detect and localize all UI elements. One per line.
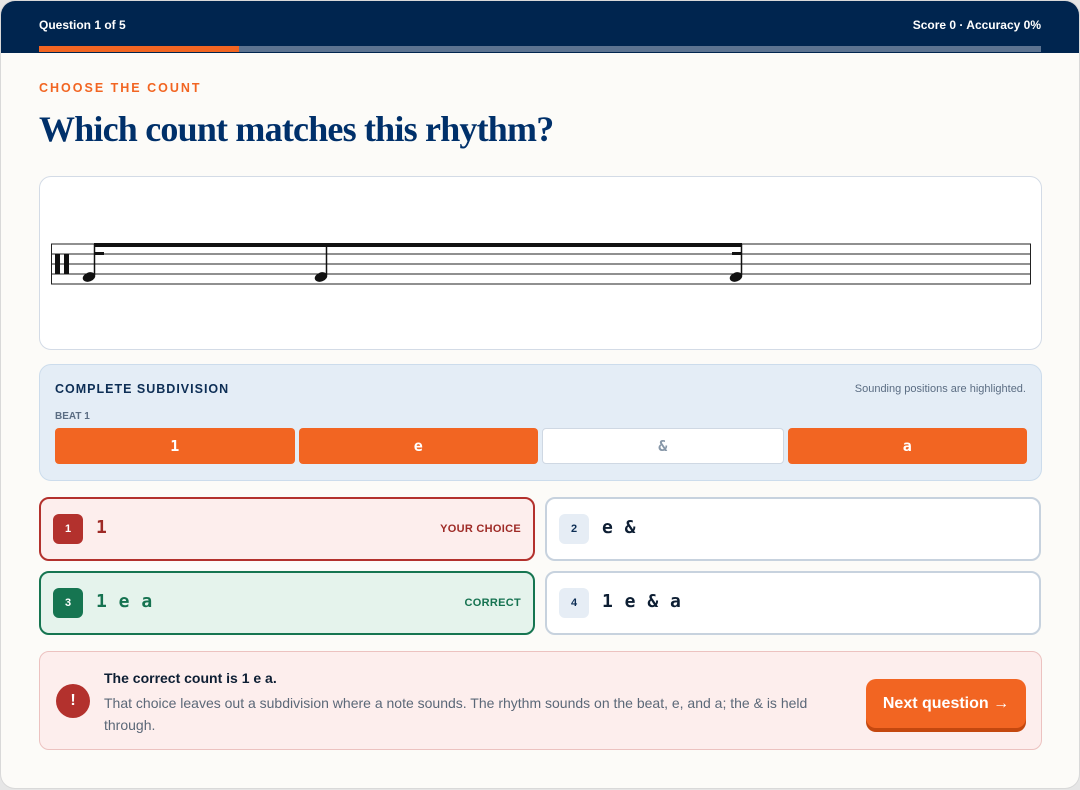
option-number-badge: 3 — [53, 588, 83, 618]
rhythm-notation — [51, 243, 1031, 285]
question-title: Which count matches this rhythm? — [39, 109, 554, 149]
option-number-badge: 1 — [53, 514, 83, 544]
feedback-panel: ! The correct count is 1 e a. That choic… — [39, 651, 1042, 750]
subdivision-cells: 1 e & a — [55, 428, 1027, 464]
beat-label: BEAT 1 — [55, 411, 90, 422]
answer-option-3[interactable]: 3 1 e a CORRECT — [39, 571, 535, 635]
answer-option-2[interactable]: 2 e & — [545, 497, 1041, 561]
option-count-text: 1 e a — [96, 591, 153, 612]
top-bar: Question 1 of 5 Score 0 · Accuracy 0% — [1, 1, 1079, 53]
feedback-title: The correct count is 1 e a. — [104, 670, 277, 686]
section-eyebrow: CHOOSE THE COUNT — [39, 81, 202, 95]
app-window: Question 1 of 5 Score 0 · Accuracy 0% CH… — [1, 1, 1079, 788]
option-number-badge: 4 — [559, 588, 589, 618]
progress-fill — [39, 46, 240, 52]
option-number-badge: 2 — [559, 514, 589, 544]
option-count-text: 1 e & a — [602, 591, 682, 612]
next-question-button[interactable]: Next question → — [866, 679, 1026, 728]
subdivision-cell-e: e — [298, 428, 538, 464]
note-beam — [94, 243, 742, 247]
option-count-text: 1 — [96, 517, 108, 538]
subdivision-cell-a: a — [787, 428, 1027, 464]
question-counter: Question 1 of 5 — [39, 18, 126, 32]
answer-option-4[interactable]: 4 1 e & a — [545, 571, 1041, 635]
rhythm-staff-card — [39, 176, 1042, 350]
subdivision-note: Sounding positions are highlighted. — [854, 383, 1026, 395]
subdivision-cell-1: 1 — [55, 428, 295, 464]
alert-icon: ! — [56, 684, 90, 718]
progress-bar — [39, 46, 1041, 52]
your-choice-tag: YOUR CHOICE — [440, 523, 521, 535]
correct-tag: CORRECT — [464, 597, 521, 609]
subdivision-cell-and: & — [542, 428, 784, 464]
subdivision-panel: COMPLETE SUBDIVISION Sounding positions … — [39, 364, 1042, 481]
score-display: Score 0 · Accuracy 0% — [912, 18, 1041, 32]
answer-option-1[interactable]: 1 1 YOUR CHOICE — [39, 497, 535, 561]
feedback-explanation: That choice leaves out a subdivision whe… — [104, 695, 808, 733]
option-count-text: e & — [602, 517, 637, 538]
staff-lines — [51, 243, 1031, 285]
subdivision-heading: COMPLETE SUBDIVISION — [55, 382, 230, 396]
